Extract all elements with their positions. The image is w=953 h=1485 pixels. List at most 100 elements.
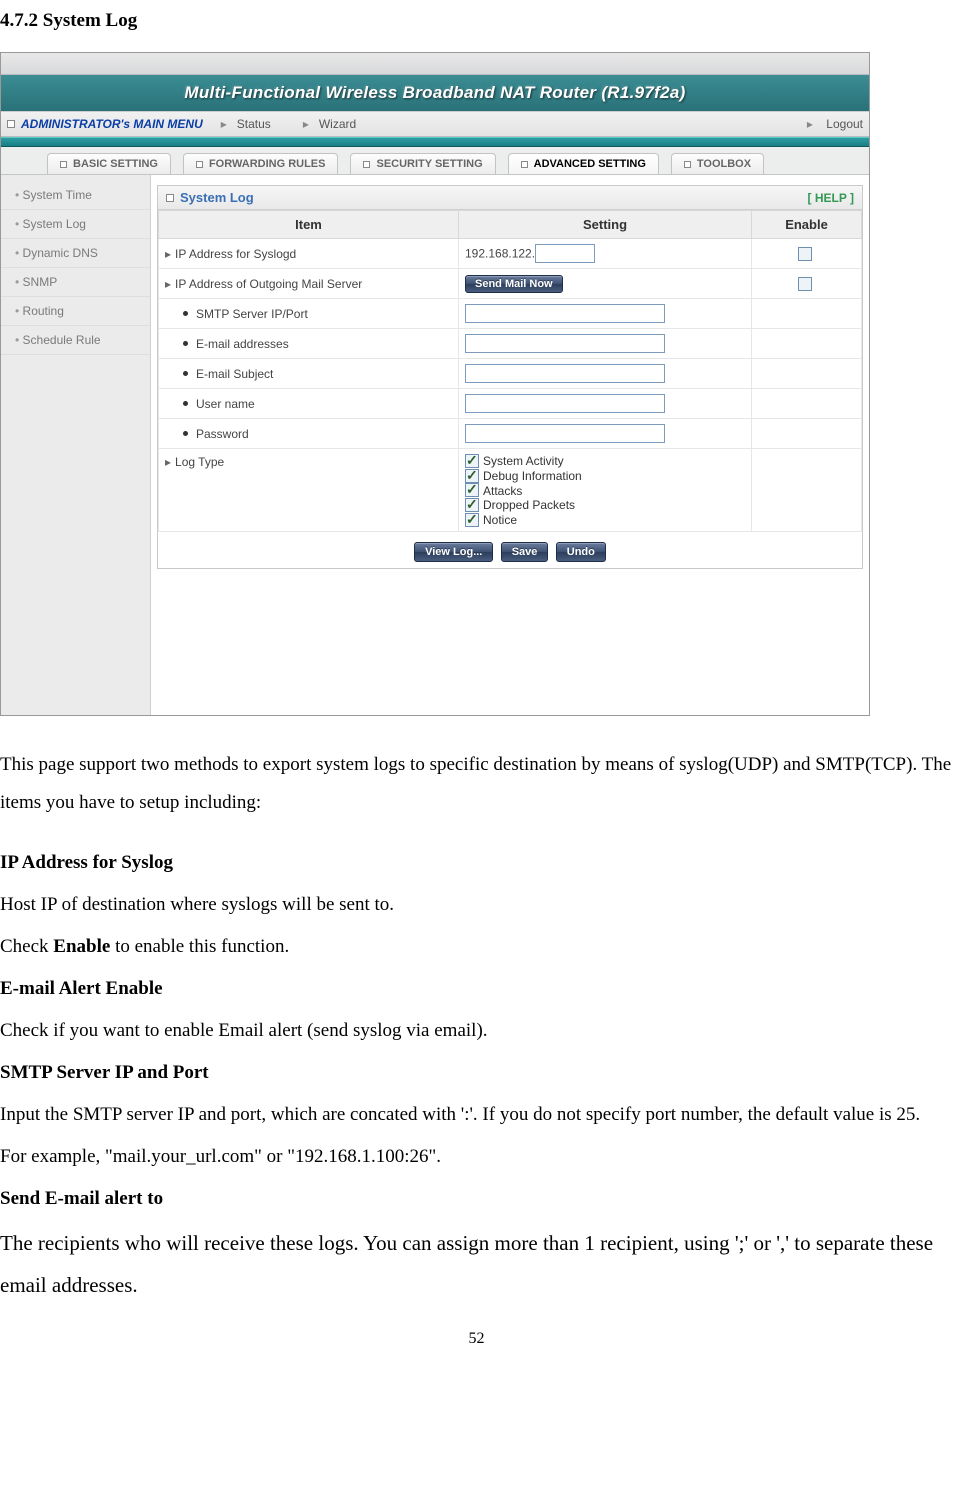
sidebar-item-system-time[interactable]: System Time — [1, 181, 150, 210]
bullet-icon — [183, 311, 188, 316]
nav-logout[interactable]: Logout — [826, 117, 863, 131]
router-screenshot: Multi-Functional Wireless Broadband NAT … — [0, 52, 870, 716]
row-log-type: ▸ Log Type System Activity Debug Informat… — [159, 449, 862, 532]
email-addresses-input[interactable] — [465, 334, 665, 353]
col-header-item: Item — [159, 211, 459, 239]
bullet-icon — [183, 401, 188, 406]
logtype-label: System Activity — [483, 454, 564, 468]
text-ip1: Host IP of destination where syslogs wil… — [0, 886, 953, 924]
intro-paragraph: This page support two methods to export … — [0, 746, 953, 822]
square-icon — [7, 120, 15, 128]
tab-forwarding-rules[interactable]: FORWARDING RULES — [183, 153, 339, 174]
row-label: User name — [196, 397, 255, 411]
tab-label: FORWARDING RULES — [209, 158, 326, 170]
square-icon — [521, 161, 528, 168]
sidebar-item-system-log[interactable]: System Log — [1, 210, 150, 239]
view-log-button[interactable]: View Log... — [414, 542, 493, 562]
row-label: SMTP Server IP/Port — [196, 307, 308, 321]
col-header-enable: Enable — [752, 211, 862, 239]
logtype-label: Dropped Packets — [483, 498, 575, 512]
text-smtp1: Input the SMTP server IP and port, which… — [0, 1096, 953, 1134]
chevron-right-icon: ▸ — [303, 117, 309, 131]
text-email1: Check if you want to enable Email alert … — [0, 1012, 953, 1050]
nav-logout-wrap: ▸ Logout — [789, 117, 863, 131]
col-header-setting: Setting — [459, 211, 752, 239]
tab-label: SECURITY SETTING — [376, 158, 482, 170]
text-ip2: Check Enable to enable this function. — [0, 928, 953, 966]
panel-header: System Log [ HELP ] — [158, 186, 862, 210]
chevron-right-icon: ▸ — [807, 117, 813, 131]
send-mail-now-button[interactable]: Send Mail Now — [465, 275, 563, 293]
text-send1: The recipients who will receive these lo… — [0, 1222, 953, 1306]
password-input[interactable] — [465, 424, 665, 443]
page-number: 52 — [0, 1330, 953, 1348]
tab-toolbox[interactable]: TOOLBOX — [671, 153, 764, 174]
email-subject-input[interactable] — [465, 364, 665, 383]
bullet-icon — [183, 371, 188, 376]
layout: System Time System Log Dynamic DNS SNMP … — [1, 175, 869, 715]
square-icon — [60, 161, 67, 168]
smtp-input[interactable] — [465, 304, 665, 323]
square-icon — [363, 161, 370, 168]
save-button[interactable]: Save — [501, 542, 549, 562]
row-label: E-mail addresses — [196, 337, 289, 351]
nav-status[interactable]: Status — [237, 117, 271, 131]
logtype-notice-checkbox[interactable] — [465, 513, 479, 527]
triangle-icon: ▸ — [165, 455, 171, 469]
row-syslog-ip: ▸ IP Address for Syslogd 192.168.122. — [159, 239, 862, 269]
row-username: User name — [159, 389, 862, 419]
system-log-panel: System Log [ HELP ] Item Setting Enable … — [157, 185, 863, 569]
square-icon — [196, 161, 203, 168]
row-email-addresses: E-mail addresses — [159, 329, 862, 359]
tab-label: TOOLBOX — [697, 158, 751, 170]
heading-email-alert: E-mail Alert Enable — [0, 970, 953, 1008]
row-label: E-mail Subject — [196, 367, 273, 381]
sidebar-item-schedule-rule[interactable]: Schedule Rule — [1, 326, 150, 355]
tab-basic-setting[interactable]: BASIC SETTING — [47, 153, 171, 174]
username-input[interactable] — [465, 394, 665, 413]
sidebar: System Time System Log Dynamic DNS SNMP … — [1, 175, 151, 715]
heading-smtp: SMTP Server IP and Port — [0, 1054, 953, 1092]
bullet-icon — [183, 341, 188, 346]
help-link[interactable]: [ HELP ] — [808, 191, 854, 205]
nav-wizard[interactable]: Wizard — [319, 117, 356, 131]
syslog-enable-checkbox[interactable] — [798, 247, 812, 261]
admin-main-menu-label: ADMINISTRATOR's MAIN MENU — [21, 117, 203, 131]
text-smtp2: For example, "mail.your_url.com" or "192… — [0, 1138, 953, 1176]
logtype-label: Debug Information — [483, 469, 582, 483]
action-row: View Log... Save Undo — [158, 532, 862, 568]
triangle-icon: ▸ — [165, 277, 171, 291]
row-label: Log Type — [175, 455, 224, 469]
sidebar-item-dynamic-dns[interactable]: Dynamic DNS — [1, 239, 150, 268]
sidebar-item-snmp[interactable]: SNMP — [1, 268, 150, 297]
section-heading: 4.7.2 System Log — [0, 10, 953, 32]
syslog-ip-input[interactable] — [535, 244, 595, 263]
row-email-subject: E-mail Subject — [159, 359, 862, 389]
router-banner: Multi-Functional Wireless Broadband NAT … — [1, 75, 869, 111]
row-smtp: SMTP Server IP/Port — [159, 299, 862, 329]
logtype-label: Attacks — [483, 483, 522, 497]
tab-label: ADVANCED SETTING — [534, 158, 646, 170]
sidebar-item-routing[interactable]: Routing — [1, 297, 150, 326]
tabs-row: BASIC SETTING FORWARDING RULES SECURITY … — [1, 147, 869, 175]
chevron-right-icon: ▸ — [221, 117, 227, 131]
window-title-bar — [1, 53, 869, 75]
mail-enable-checkbox[interactable] — [798, 277, 812, 291]
undo-button[interactable]: Undo — [556, 542, 606, 562]
square-icon — [166, 194, 174, 202]
tab-security-setting[interactable]: SECURITY SETTING — [350, 153, 495, 174]
teal-divider — [1, 137, 869, 147]
ip-prefix: 192.168.122. — [465, 247, 535, 261]
config-table: Item Setting Enable ▸ IP Address for Sysl… — [158, 210, 862, 532]
row-password: Password — [159, 419, 862, 449]
heading-ip-syslog: IP Address for Syslog — [0, 844, 953, 882]
heading-send-to: Send E-mail alert to — [0, 1180, 953, 1218]
triangle-icon: ▸ — [165, 247, 171, 261]
tab-label: BASIC SETTING — [73, 158, 158, 170]
logtype-label: Notice — [483, 513, 517, 527]
admin-menu-bar: ADMINISTRATOR's MAIN MENU ▸ Status ▸ Wiz… — [1, 111, 869, 137]
tab-advanced-setting[interactable]: ADVANCED SETTING — [508, 153, 659, 174]
row-mail-server: ▸IP Address of Outgoing Mail Server Send… — [159, 269, 862, 299]
row-label: IP Address for Syslogd — [175, 247, 296, 261]
bullet-icon — [183, 431, 188, 436]
